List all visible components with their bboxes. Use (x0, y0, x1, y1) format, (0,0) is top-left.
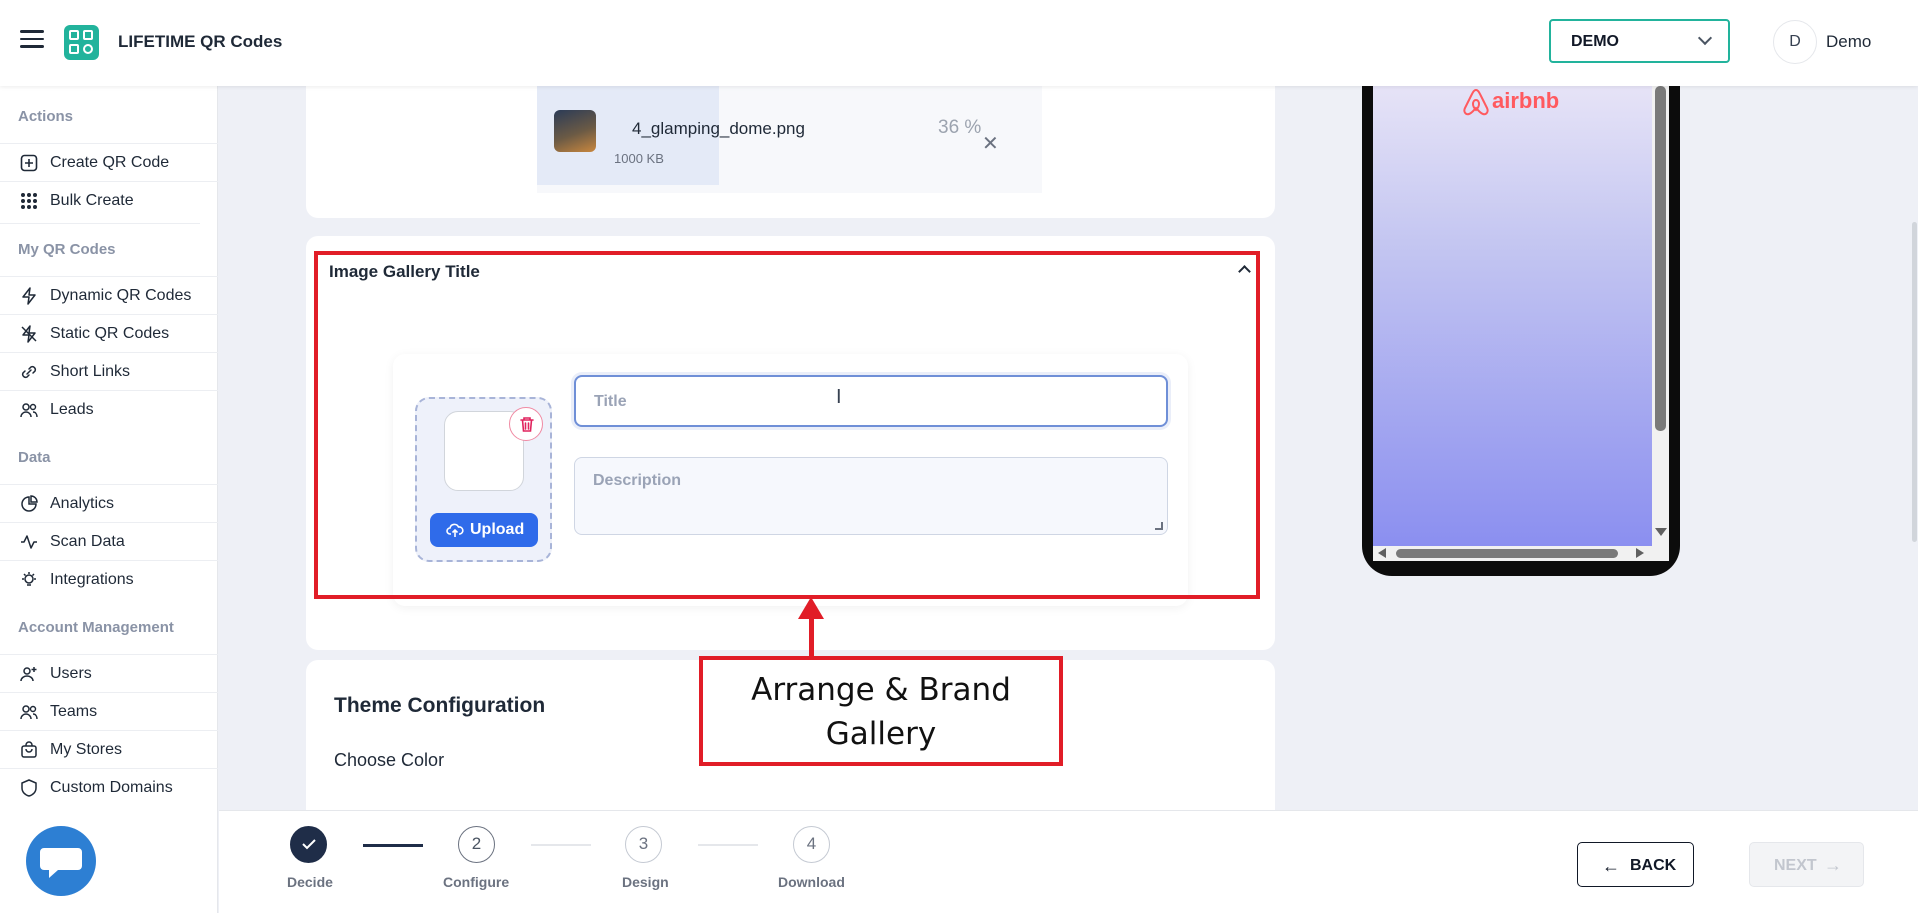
scroll-left-arrow-icon[interactable] (1378, 548, 1386, 558)
lightning-off-icon (21, 325, 37, 343)
brand-name: airbnb (1492, 88, 1560, 113)
sidebar-item-analytics[interactable]: Analytics (0, 484, 218, 522)
sidebar-item-my-stores[interactable]: My Stores (0, 730, 218, 768)
sidebar-item-label: Static QR Codes (50, 325, 170, 342)
step-connector (698, 844, 758, 846)
chevron-down-icon (1697, 30, 1713, 46)
sidebar-item-create-qr-code[interactable]: Create QR Code (0, 143, 218, 181)
sidebar-item-label: Teams (50, 703, 98, 720)
sidebar-item-short-links[interactable]: Short Links (0, 352, 218, 390)
sidebar-item-label: Scan Data (50, 533, 125, 550)
sidebar-item-scan-data[interactable]: Scan Data (0, 522, 218, 560)
annotation-line-1: Arrange & Brand (751, 672, 1011, 708)
sidebar-section-account-management: Account Management (18, 619, 174, 636)
arrow-right-icon: → (1824, 855, 1842, 875)
sidebar-item-label: Bulk Create (50, 192, 134, 209)
annotation-arrow-shaft (809, 613, 814, 658)
chat-button[interactable] (26, 826, 96, 896)
page-scrollbar[interactable] (1912, 222, 1917, 542)
check-icon (301, 839, 316, 850)
sidebar-item-label: Create QR Code (50, 154, 170, 171)
app-title: LIFETIME QR Codes (118, 32, 283, 51)
people-icon (20, 403, 38, 418)
annotation-callout: Arrange & Brand Gallery (699, 656, 1063, 766)
close-icon[interactable]: ✕ (982, 131, 999, 156)
next-button-label: NEXT (1774, 857, 1817, 874)
sidebar-item-integrations[interactable]: Integrations (0, 560, 218, 598)
step-label-design: Design (622, 874, 669, 890)
step-label-download: Download (778, 874, 845, 890)
sidebar: Actions Create QR Code Bulk Create My QR… (0, 86, 218, 913)
bag-icon (21, 741, 37, 758)
chat-icon (40, 848, 82, 878)
sidebar-item-teams[interactable]: Teams (0, 692, 218, 730)
step-connector (363, 844, 423, 847)
sidebar-item-custom-domains[interactable]: Custom Domains (0, 768, 218, 806)
file-thumbnail (554, 110, 596, 152)
sidebar-item-label: Short Links (50, 363, 131, 380)
next-button[interactable]: NEXT → (1749, 842, 1864, 887)
scroll-right-arrow-icon[interactable] (1636, 548, 1644, 558)
lightning-icon (22, 287, 36, 305)
step-decide[interactable] (290, 826, 327, 863)
airbnb-logo-icon (1463, 88, 1489, 116)
preview-scroll-thumb[interactable] (1655, 86, 1666, 431)
step-connector (531, 844, 591, 846)
sidebar-item-bulk-create[interactable]: Bulk Create (0, 181, 218, 219)
file-size: 1000 KB (614, 151, 664, 166)
workspace-select[interactable]: DEMO (1549, 19, 1730, 63)
grid-dots-icon (21, 193, 37, 209)
step-design[interactable]: 3 (625, 826, 662, 863)
sidebar-item-users[interactable]: Users (0, 654, 218, 692)
phone-preview-screen (1373, 56, 1652, 546)
file-name: 4_glamping_dome.png (632, 119, 805, 138)
team-icon (20, 705, 38, 720)
app-logo-icon (64, 25, 99, 60)
link-icon (21, 365, 37, 379)
step-label-decide: Decide (287, 874, 333, 890)
avatar[interactable]: D (1773, 20, 1817, 64)
plus-square-icon (20, 154, 38, 172)
pie-chart-icon (21, 495, 38, 512)
sidebar-item-label: Leads (50, 401, 94, 418)
upload-progress-label: 36 % (938, 117, 982, 138)
sidebar-item-label: Dynamic QR Codes (50, 287, 192, 304)
back-button[interactable]: ← BACK (1577, 842, 1694, 887)
step-download[interactable]: 4 (793, 826, 830, 863)
workspace-value: DEMO (1571, 33, 1619, 50)
sidebar-item-label: Users (50, 665, 92, 682)
bulb-icon (22, 572, 36, 586)
annotation-highlight-box (314, 251, 1260, 599)
user-name[interactable]: Demo (1826, 32, 1871, 52)
sidebar-item-dynamic-qr-codes[interactable]: Dynamic QR Codes (0, 276, 218, 314)
sidebar-item-leads[interactable]: Leads (0, 390, 218, 428)
sidebar-section-data: Data (18, 449, 51, 466)
shield-icon (21, 779, 37, 797)
sidebar-item-label: Analytics (50, 495, 115, 512)
scroll-down-arrow-icon[interactable] (1655, 528, 1667, 536)
choose-color-label: Choose Color (334, 750, 445, 770)
sidebar-section-my-qr-codes: My QR Codes (0, 223, 200, 258)
arrow-left-icon: ← (1602, 856, 1620, 876)
sidebar-item-static-qr-codes[interactable]: Static QR Codes (0, 314, 218, 352)
sidebar-item-label: Custom Domains (50, 779, 173, 796)
sidebar-item-label: Integrations (50, 571, 134, 588)
sidebar-item-label: My Stores (50, 741, 123, 758)
back-button-label: BACK (1630, 857, 1677, 874)
sidebar-section-actions: Actions (18, 108, 74, 125)
step-label-configure: Configure (443, 874, 510, 890)
user-plus-icon (20, 667, 37, 682)
annotation-line-2: Gallery (825, 716, 937, 752)
step-configure[interactable]: 2 (458, 826, 495, 863)
activity-icon (21, 535, 37, 549)
theme-config-title: Theme Configuration (334, 694, 546, 717)
preview-hscroll-thumb[interactable] (1396, 549, 1618, 558)
menu-icon[interactable] (20, 30, 44, 48)
top-header: LIFETIME QR Codes DEMO D Demo (0, 0, 1918, 86)
